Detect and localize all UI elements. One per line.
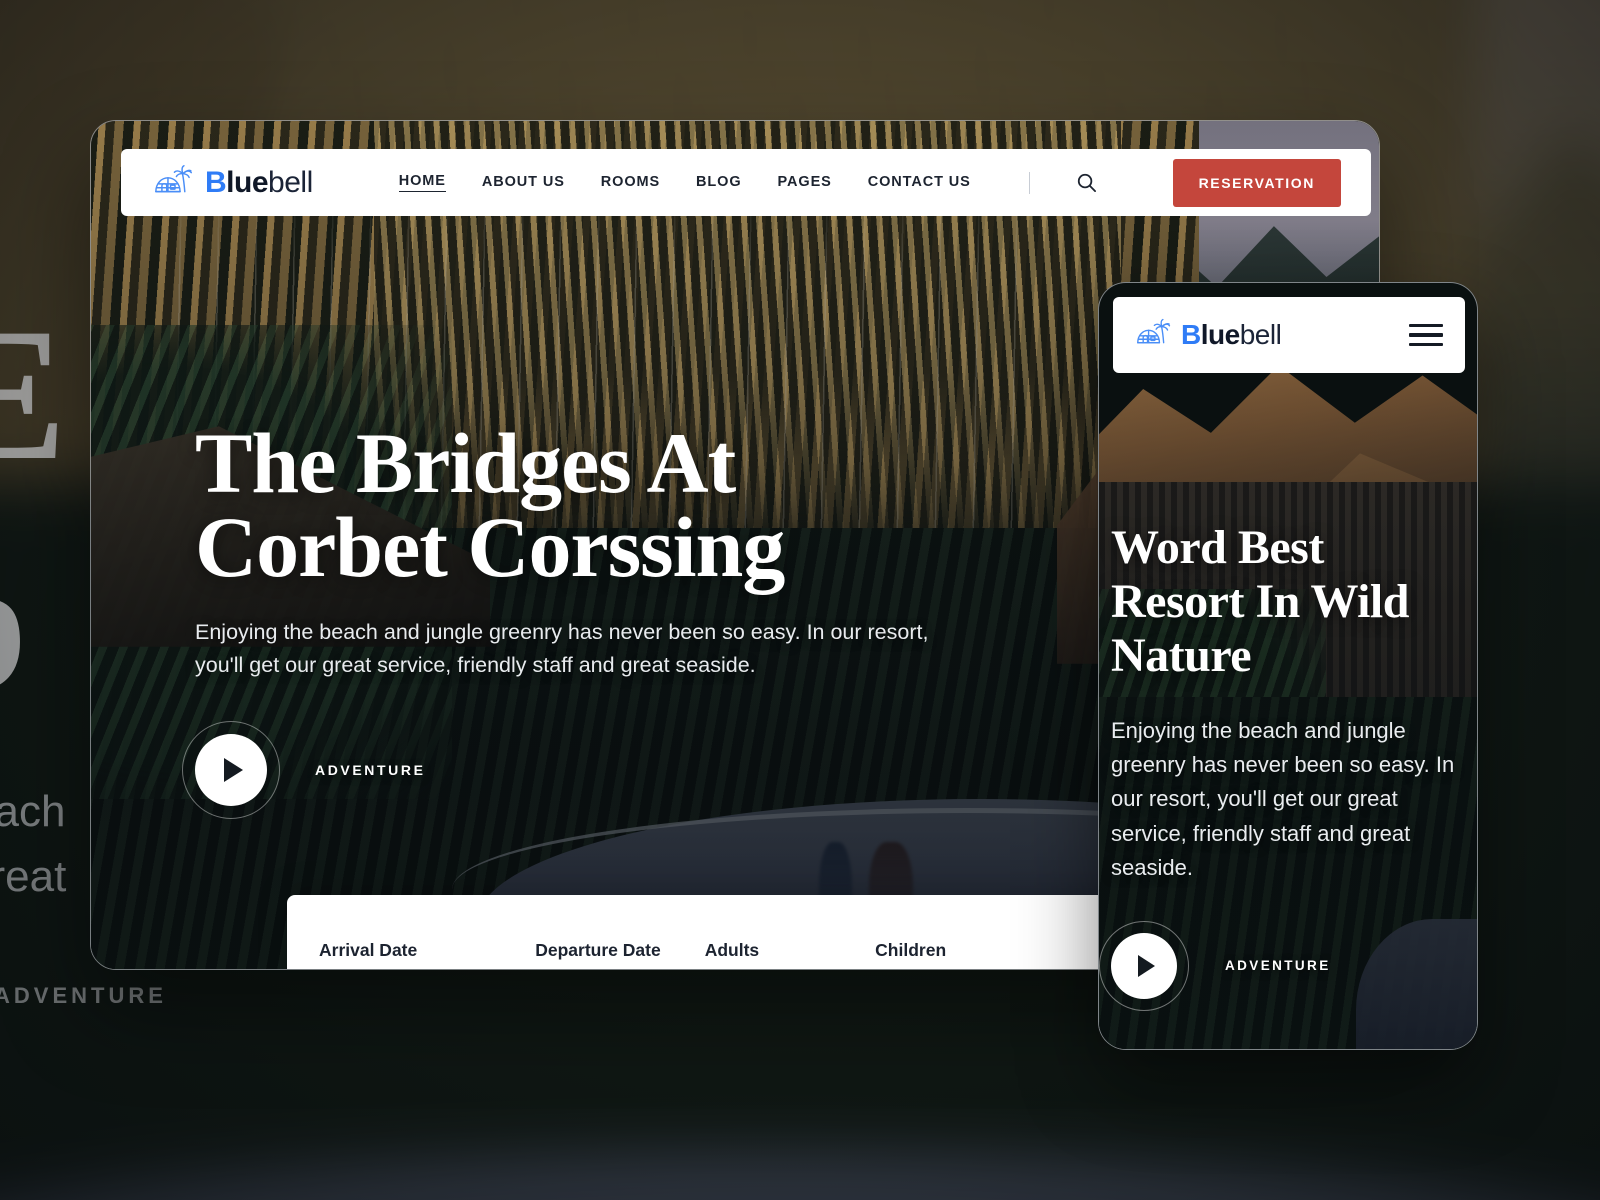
mobile-hero-content: Word Best Resort In Wild Nature Enjoying…: [1099, 521, 1467, 1011]
brand-name-lue: lue: [226, 165, 269, 199]
brand-name: Bluebell: [205, 165, 313, 199]
mobile-brand-name-bell: bell: [1239, 319, 1282, 350]
booking-field-adults[interactable]: Adults: [705, 916, 759, 961]
booking-field-departure-date[interactable]: Departure Date: [535, 916, 660, 961]
mobile-navbar: Bluebell: [1113, 297, 1465, 373]
play-button[interactable]: [182, 721, 280, 820]
nav-item-about-us[interactable]: ABOUT US: [482, 174, 565, 192]
mobile-brand-name-b: B: [1181, 319, 1201, 350]
play-icon: [224, 758, 243, 783]
hamburger-menu-icon[interactable]: [1409, 323, 1443, 347]
hamburger-bar-1: [1409, 323, 1443, 328]
search-icon: [1078, 173, 1097, 192]
nav-item-blog[interactable]: BLOG: [696, 174, 742, 192]
nav-divider: [1028, 171, 1030, 194]
mobile-brand-name-lue: lue: [1200, 319, 1240, 350]
nav-item-rooms[interactable]: ROOMS: [601, 174, 660, 192]
nav-item-contact-us[interactable]: CONTACT US: [868, 174, 971, 192]
desktop-navbar: Bluebell HOME ABOUT US ROOMS BLOG PAGES …: [121, 149, 1371, 216]
nav-item-home[interactable]: HOME: [398, 173, 446, 192]
desktop-nav-links: HOME ABOUT US ROOMS BLOG PAGES CONTACT U…: [398, 170, 1100, 196]
mobile-brand-name: Bluebell: [1181, 319, 1282, 350]
mobile-play-button[interactable]: [1099, 920, 1189, 1011]
mobile-hero-cta-label: ADVENTURE: [1225, 958, 1331, 974]
mobile-hero-title: Word Best Resort In Wild Nature: [1111, 521, 1467, 682]
brand-name-bell: bell: [268, 165, 313, 199]
mobile-hero-cta-row: ADVENTURE: [1099, 920, 1467, 1011]
hero-title-line-2: Corbet Corssing: [195, 499, 785, 596]
hero-subtitle: Enjoying the beach and jungle greenry ha…: [195, 619, 929, 677]
mobile-hero-title-line-1: Word Best: [1111, 521, 1324, 574]
nav-item-pages[interactable]: PAGES: [778, 174, 832, 192]
palm-hut-icon: [1137, 318, 1171, 344]
mobile-brand-logo[interactable]: Bluebell: [1135, 318, 1282, 352]
mobile-hero-title-line-3: Nature: [1111, 628, 1252, 682]
hero-title: The Bridges At Corbet Corssing: [195, 415, 1055, 596]
hamburger-bar-3: [1409, 342, 1443, 347]
booking-field-children[interactable]: Children: [875, 916, 946, 961]
mobile-hero-subtitle: Enjoying the beach and jungle greenry ha…: [1111, 718, 1455, 880]
search-button[interactable]: [1074, 170, 1100, 196]
hero-cta-row: ADVENTURE: [182, 721, 1055, 820]
palm-hut-icon: [155, 164, 193, 192]
play-icon: [1138, 954, 1155, 977]
brand-logo[interactable]: Bluebell: [153, 164, 313, 202]
hero-title-line-1: The Bridges At: [195, 415, 736, 511]
desktop-hero-content: The Bridges At Corbet Corssing Enjoying …: [182, 415, 1055, 820]
hamburger-bar-2: [1409, 333, 1443, 337]
reservation-button[interactable]: RESERVATION: [1172, 158, 1341, 207]
mobile-hero-title-line-2: Resort In Wild: [1111, 574, 1409, 628]
brand-name-b: B: [205, 165, 227, 199]
hero-cta-label: ADVENTURE: [315, 762, 426, 779]
mobile-mockup: Bluebell Word Best Resort In Wild Nature…: [1098, 282, 1478, 1050]
booking-field-arrival-date[interactable]: Arrival Date: [319, 916, 417, 961]
